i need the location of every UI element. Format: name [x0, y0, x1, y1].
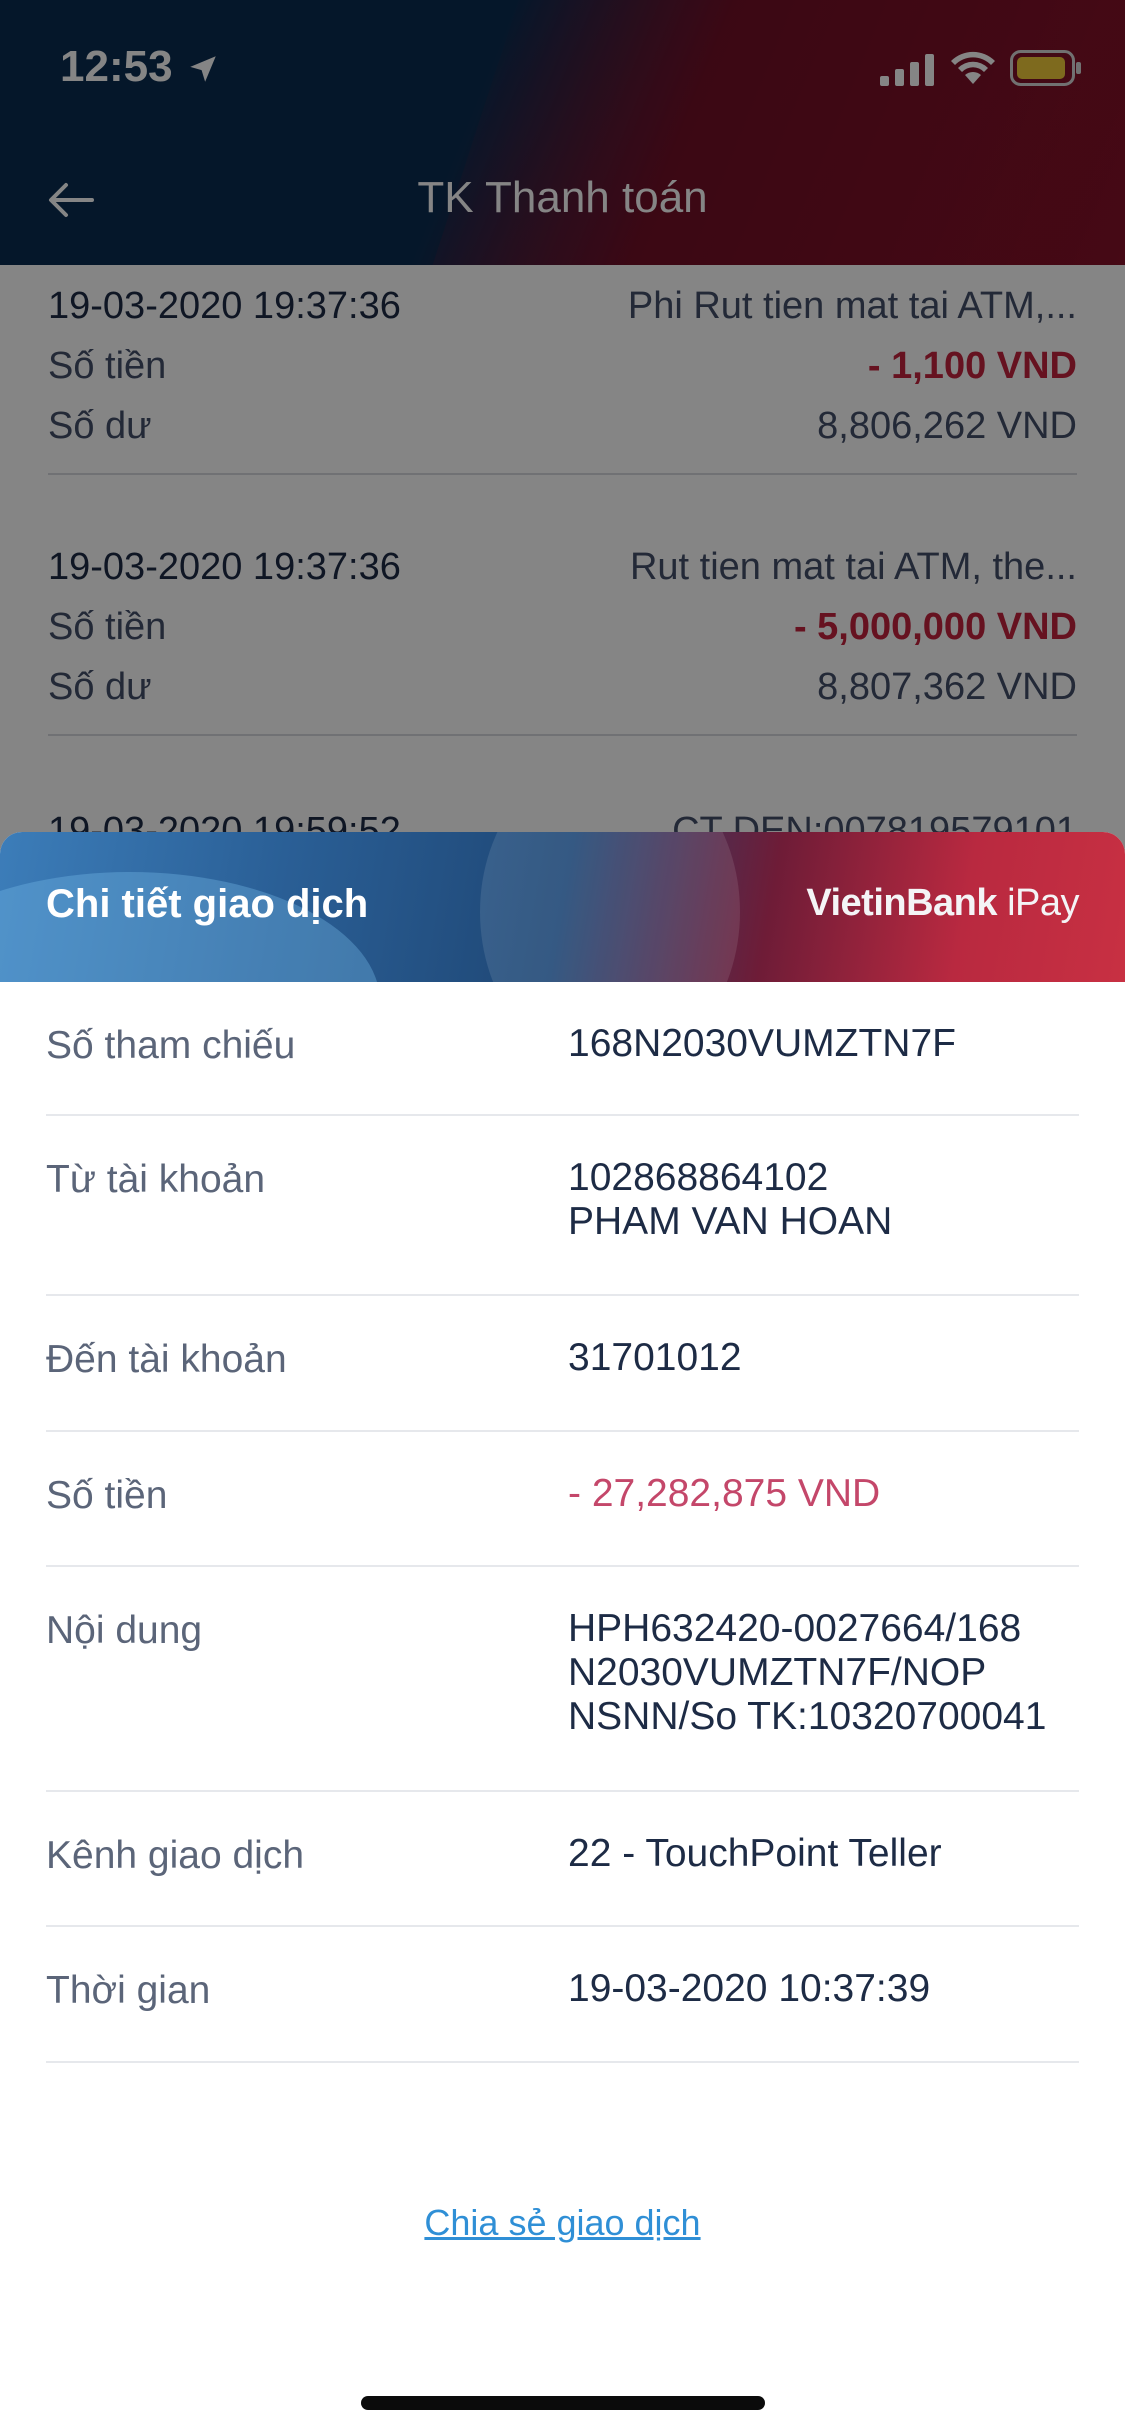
- vietinbank-ipay-logo: VietinBank iPay: [806, 882, 1079, 925]
- detail-amount: - 27,282,875 VND: [568, 1472, 881, 1515]
- detail-row-amount: Số tiền - 27,282,875 VND: [46, 1432, 1079, 1567]
- detail-row-content: Nội dung HPH632420-0027664/168 N2030VUMZ…: [46, 1567, 1079, 1792]
- detail-list: Số tham chiếu 168N2030VUMZTN7F Từ tài kh…: [0, 982, 1125, 2063]
- detail-value: 102868864102 PHAM VAN HOAN: [568, 1156, 892, 1244]
- detail-value: 19-03-2020 10:37:39: [568, 1967, 931, 2010]
- transaction-detail-sheet: Chi tiết giao dịch VietinBank iPay Số th…: [0, 832, 1125, 2436]
- content-line: NSNN/So TK:10320700041: [568, 1695, 1047, 1738]
- detail-label: Đến tài khoản: [46, 1338, 287, 1381]
- detail-value: 22 - TouchPoint Teller: [568, 1832, 942, 1875]
- home-indicator[interactable]: [361, 2396, 765, 2410]
- detail-row-time: Thời gian 19-03-2020 10:37:39: [46, 1927, 1079, 2063]
- share-transaction-link[interactable]: Chia sẻ giao dịch: [0, 2202, 1125, 2244]
- detail-value: 168N2030VUMZTN7F: [568, 1022, 956, 1065]
- detail-value: HPH632420-0027664/168 N2030VUMZTN7F/NOP …: [568, 1607, 1046, 1739]
- modal-backdrop[interactable]: [0, 0, 1125, 900]
- account-number: 102868864102: [568, 1156, 829, 1199]
- detail-label: Kênh giao dịch: [46, 1834, 305, 1877]
- detail-row-channel: Kênh giao dịch 22 - TouchPoint Teller: [46, 1792, 1079, 1927]
- sheet-header: Chi tiết giao dịch VietinBank iPay: [0, 832, 1125, 982]
- detail-label: Nội dung: [46, 1609, 203, 1652]
- detail-label: Số tham chiếu: [46, 1024, 296, 1067]
- detail-label: Từ tài khoản: [46, 1158, 266, 1201]
- detail-label: Số tiền: [46, 1474, 168, 1517]
- content-line: HPH632420-0027664/168: [568, 1607, 1022, 1650]
- brand-name: VietinBank: [806, 882, 998, 924]
- account-holder: PHAM VAN HOAN: [568, 1200, 893, 1243]
- content-line: N2030VUMZTN7F/NOP: [568, 1651, 987, 1694]
- detail-row-to-account: Đến tài khoản 31701012: [46, 1296, 1079, 1432]
- sheet-title: Chi tiết giao dịch: [46, 882, 369, 926]
- brand-suffix: iPay: [1007, 882, 1079, 924]
- detail-row-reference: Số tham chiếu 168N2030VUMZTN7F: [46, 982, 1079, 1116]
- detail-label: Thời gian: [46, 1969, 211, 2012]
- detail-value: 31701012: [568, 1336, 742, 1379]
- detail-row-from-account: Từ tài khoản 102868864102 PHAM VAN HOAN: [46, 1116, 1079, 1296]
